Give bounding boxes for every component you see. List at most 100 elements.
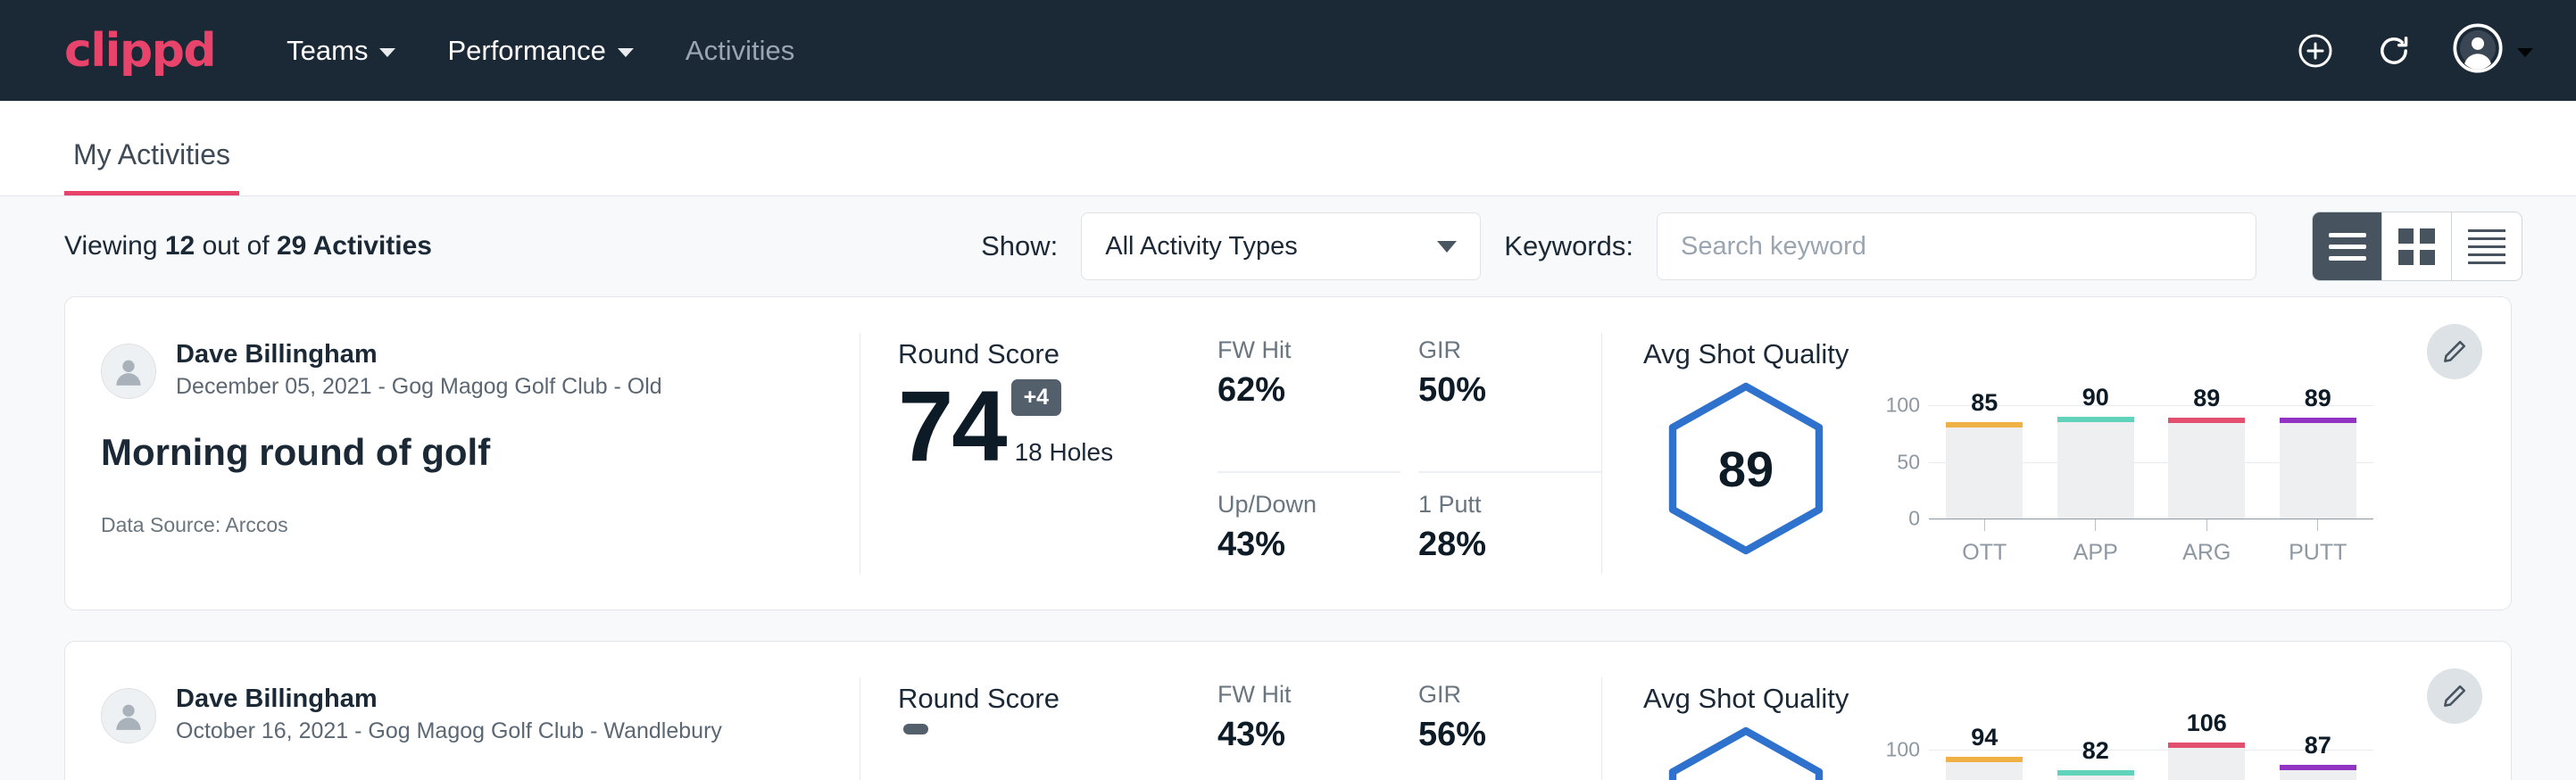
chart-bar-value-label: 87 <box>2305 732 2331 759</box>
account-menu[interactable] <box>2453 23 2533 78</box>
activity-type-select[interactable]: All Activity Types <box>1081 212 1481 280</box>
search-input-wrapper[interactable] <box>1657 212 2256 280</box>
edit-activity-button[interactable] <box>2427 668 2482 724</box>
chart-bar-value-label: 106 <box>2187 709 2227 737</box>
nav-item-activities[interactable]: Activities <box>686 35 794 67</box>
score-to-par-badge <box>903 724 928 734</box>
stat-fw-hit-label: FW Hit <box>1217 336 1377 364</box>
chevron-down-icon <box>618 48 634 57</box>
shot-quality-value <box>1643 724 1849 780</box>
activity-author: Dave Billingham October 16, 2021 - Gog M… <box>101 683 824 749</box>
chart-bar <box>2168 743 2245 780</box>
chart-plot-area: 948210687 <box>1929 733 2373 780</box>
activity-meta: October 16, 2021 - Gog Magog Golf Club -… <box>176 715 722 749</box>
chart-y-tick: 100 <box>1886 738 1920 762</box>
avg-shot-quality-body: 89 05010085908989OTTAPPARGPUTT <box>1643 379 2511 566</box>
round-score-row: 74 +4 18 Holes <box>898 379 1217 474</box>
search-input[interactable] <box>1681 232 2232 261</box>
chart-bar-cap <box>1946 757 2023 762</box>
stat-fw-hit: FW Hit 43% <box>1217 681 1400 780</box>
chart-x-axis: OTTAPPARGPUTT <box>1929 535 2373 566</box>
chart-bar-value-label: 85 <box>1971 389 1998 417</box>
refresh-icon[interactable] <box>2374 31 2414 71</box>
shot-quality-hexagon: 89 <box>1643 379 1849 558</box>
round-score-section: Round Score 74 +4 18 Holes <box>860 297 1217 610</box>
chart-bar <box>2168 418 2245 519</box>
stat-fw-hit-label: FW Hit <box>1217 681 1377 709</box>
nav-item-activities-label: Activities <box>686 35 794 67</box>
chart-y-tick: 100 <box>1886 394 1920 418</box>
stat-gir: GIR 50% <box>1418 336 1601 473</box>
chart-y-tick: 50 <box>1897 450 1920 474</box>
avg-shot-quality-label: Avg Shot Quality <box>1643 338 2511 370</box>
top-navbar: clippd Teams Performance Activities <box>0 0 2576 101</box>
chart-bar <box>2280 418 2356 519</box>
chart-bar-cap <box>2057 417 2134 422</box>
activity-card[interactable]: Dave Billingham October 16, 2021 - Gog M… <box>64 641 2512 780</box>
viewing-total: 29 Activities <box>277 231 432 261</box>
activity-author-text: Dave Billingham December 05, 2021 - Gog … <box>176 338 662 404</box>
edit-activity-button[interactable] <box>2427 324 2482 379</box>
activity-author: Dave Billingham December 05, 2021 - Gog … <box>101 338 824 404</box>
round-holes-label: 18 Holes <box>1015 438 1114 467</box>
nav-item-performance-label: Performance <box>447 35 605 67</box>
chart-bar-column: 106 <box>2151 733 2263 780</box>
round-score-value: 74 <box>898 379 1006 474</box>
avg-shot-quality-section: Avg Shot Quality 89 05010085908989OTTAPP… <box>1602 297 2511 610</box>
round-score-row <box>898 724 1217 742</box>
nav-item-teams[interactable]: Teams <box>287 35 395 67</box>
activity-meta: December 05, 2021 - Gog Magog Golf Club … <box>176 370 662 404</box>
chart-bar-column: 90 <box>2040 388 2152 519</box>
nav-item-performance[interactable]: Performance <box>447 35 633 67</box>
brand-logo[interactable]: clippd <box>64 24 215 78</box>
chart-plot-wrapper: 85908989OTTAPPARGPUTT <box>1929 388 2373 566</box>
activity-data-source: Data Source: Arccos <box>101 513 824 537</box>
view-mode-compact-button[interactable] <box>2452 212 2522 280</box>
filter-controls: Show: All Activity Types Keywords: <box>981 212 2522 281</box>
avg-shot-quality-body: 050100948210687OTTAPPARGPUTT <box>1643 724 2511 780</box>
nav-item-teams-label: Teams <box>287 35 368 67</box>
activity-card[interactable]: Dave Billingham December 05, 2021 - Gog … <box>64 296 2512 610</box>
shot-quality-bar-chart: 050100948210687OTTAPPARGPUTT <box>1875 724 2373 780</box>
chart-bar-cap <box>2280 765 2356 770</box>
chart-x-tickmarks <box>1929 519 2373 531</box>
grid-view-icon <box>2398 228 2435 265</box>
stat-gir: GIR 56% <box>1418 681 1601 780</box>
stat-up-down: Up/Down 43% <box>1217 473 1400 610</box>
stat-gir-label: GIR <box>1418 336 1578 364</box>
keywords-label: Keywords: <box>1504 230 1633 262</box>
stat-fw-hit: FW Hit 62% <box>1217 336 1400 473</box>
activity-author-text: Dave Billingham October 16, 2021 - Gog M… <box>176 683 722 749</box>
chart-x-tick <box>1929 519 2040 531</box>
chart-bar <box>1946 757 2023 780</box>
chart-bars: 85908989 <box>1929 388 2373 519</box>
chart-plot-area: 85908989 <box>1929 388 2373 519</box>
chart-bar-cap <box>2057 770 2134 776</box>
tab-my-activities[interactable]: My Activities <box>64 138 239 195</box>
chart-x-tick <box>2263 519 2374 531</box>
round-stats-grid: FW Hit 43% GIR 56% Up/Down 1 Putt <box>1217 642 1601 780</box>
view-mode-list-button[interactable] <box>2313 212 2382 280</box>
chevron-down-icon <box>379 48 395 57</box>
avg-shot-quality-label: Avg Shot Quality <box>1643 683 2511 715</box>
chart-bar-column: 85 <box>1929 388 2040 519</box>
plus-circle-icon[interactable] <box>2296 31 2335 71</box>
viewing-count-text: Viewing 12 out of 29 Activities <box>64 231 432 261</box>
activity-player-name: Dave Billingham <box>176 683 722 715</box>
chart-bar-column: 82 <box>2040 733 2152 780</box>
primary-nav: Teams Performance Activities <box>287 35 794 67</box>
round-stats-grid: FW Hit 62% GIR 50% Up/Down 43% 1 Putt 28… <box>1217 297 1601 610</box>
list-view-icon <box>2329 233 2366 261</box>
chevron-down-icon <box>1437 241 1457 253</box>
chart-bar-value-label: 90 <box>2082 384 2109 411</box>
tab-bar: My Activities <box>0 101 2576 196</box>
chart-bar-value-label: 82 <box>2082 737 2109 765</box>
chart-x-label: APP <box>2040 535 2152 566</box>
chart-bar-cap <box>1946 422 2023 427</box>
stat-one-putt-value: 28% <box>1418 526 1578 564</box>
chart-bar-column: 89 <box>2151 388 2263 519</box>
chart-bar-column: 89 <box>2263 388 2374 519</box>
stat-gir-value: 56% <box>1418 716 1578 754</box>
view-mode-grid-button[interactable] <box>2382 212 2452 280</box>
chart-bar <box>2280 765 2356 780</box>
